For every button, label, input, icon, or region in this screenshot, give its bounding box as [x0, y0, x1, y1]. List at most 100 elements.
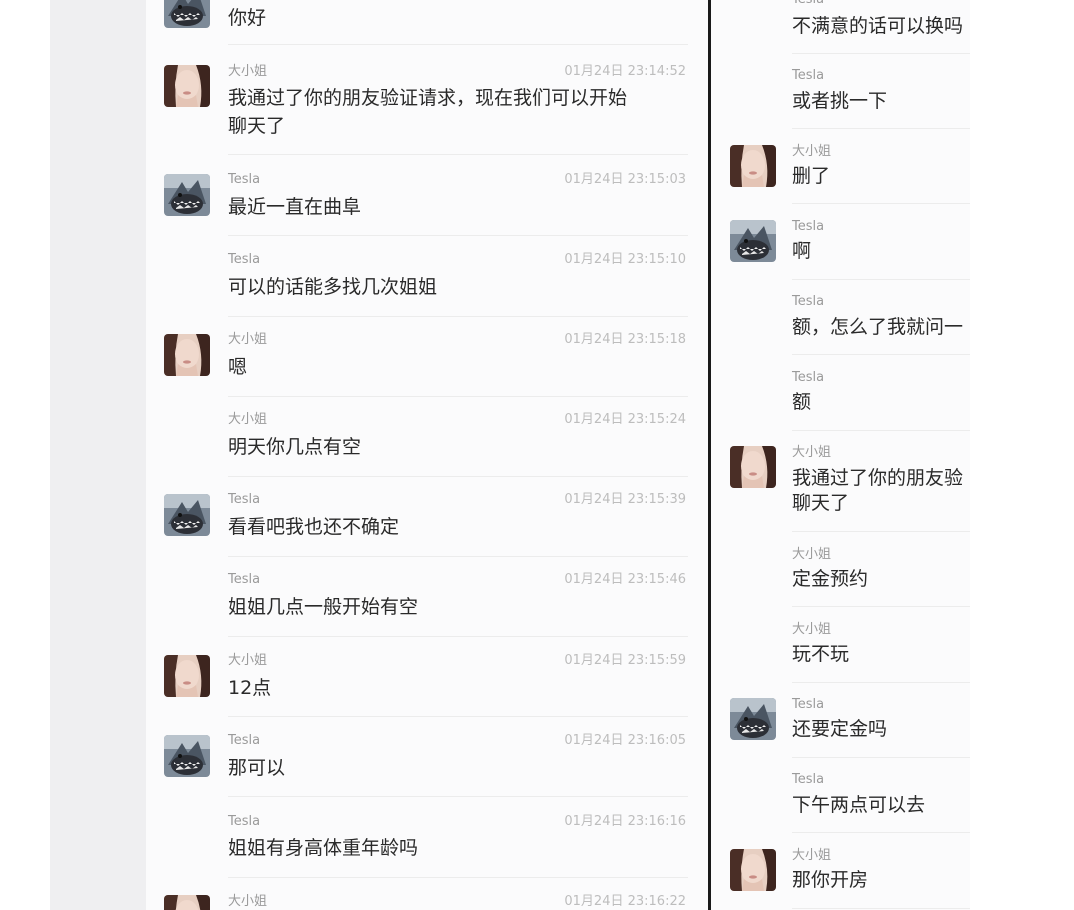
sender-name: Tesla — [792, 294, 825, 309]
sender-name: Tesla — [228, 733, 261, 748]
message-text: 姐姐有身高体重年龄吗 — [228, 837, 419, 859]
sender-name: Tesla — [228, 252, 261, 267]
message-time: 01月24日 23:15:10 — [564, 252, 686, 267]
sender-name: Tesla — [228, 572, 261, 587]
shark-avatar-icon[interactable] — [730, 698, 776, 740]
message-time: 01月24日 23:14:52 — [564, 64, 686, 79]
message-text: 看看吧我也还不确定 — [228, 516, 400, 538]
divider — [228, 235, 688, 236]
divider — [792, 279, 970, 280]
girl-avatar-icon[interactable] — [730, 446, 776, 488]
shark-avatar-icon[interactable] — [164, 494, 210, 536]
left-margin — [0, 0, 50, 910]
message-time: 01月24日 23:15:03 — [564, 172, 686, 187]
sender-name: 大小姐 — [228, 894, 268, 909]
girl-avatar-icon[interactable] — [164, 895, 210, 910]
sender-name: Tesla — [792, 219, 825, 234]
sender-name: 大小姐 — [792, 445, 832, 460]
message-text: 12点 — [228, 677, 272, 699]
divider — [792, 606, 970, 607]
sender-name: Tesla — [792, 370, 825, 385]
message-text: 那可以 — [228, 757, 286, 779]
message-text: 那你开房 — [792, 869, 869, 891]
message-text: 明天你几点有空 — [228, 436, 362, 458]
message-text: 啊 — [792, 240, 812, 262]
girl-avatar-icon[interactable] — [164, 65, 210, 107]
divider — [228, 796, 688, 797]
shark-avatar-icon[interactable] — [164, 735, 210, 777]
message-text: 可以的话能多找几次姐姐 — [228, 276, 438, 298]
divider — [792, 128, 970, 129]
divider — [792, 908, 970, 909]
message-text: 玩不玩 — [792, 643, 850, 665]
message-time: 01月24日 23:16:05 — [564, 733, 686, 748]
divider — [792, 203, 970, 204]
message-text: 嗯 — [228, 356, 248, 378]
message-text: 删了 — [792, 165, 831, 187]
divider — [228, 316, 688, 317]
sender-name: 大小姐 — [792, 144, 832, 159]
message-time: 01月24日 23:15:39 — [564, 492, 686, 507]
shark-avatar-icon[interactable] — [730, 220, 776, 262]
divider — [792, 531, 970, 532]
divider — [228, 396, 688, 397]
sender-name: 大小姐 — [228, 332, 268, 347]
message-text: 最近一直在曲阜 — [228, 196, 362, 218]
sender-name: 大小姐 — [792, 848, 832, 863]
divider — [228, 716, 688, 717]
message-time: 01月24日 23:16:16 — [564, 814, 686, 829]
divider — [228, 476, 688, 477]
shark-avatar-icon[interactable] — [164, 174, 210, 216]
sender-name: 大小姐 — [228, 412, 268, 427]
message-text: 或者挑一下 — [792, 90, 888, 112]
message-time: 01月24日 23:16:22 — [564, 894, 686, 909]
sender-name: 大小姐 — [228, 653, 268, 668]
girl-avatar-icon[interactable] — [164, 334, 210, 376]
divider — [792, 53, 970, 54]
divider — [792, 354, 970, 355]
right-margin — [970, 0, 1074, 910]
message-time: 01月24日 23:15:59 — [564, 653, 686, 668]
message-text: 我通过了你的朋友验证请求，现在我们可以开始 — [228, 87, 628, 109]
message-text-line2: 聊天了 — [228, 115, 286, 137]
girl-avatar-icon[interactable] — [164, 655, 210, 697]
message-text: 还要定金吗 — [792, 718, 888, 740]
divider — [228, 44, 688, 45]
sender-name: Tesla — [792, 0, 824, 8]
sender-name: Tesla — [228, 172, 261, 187]
divider — [228, 556, 688, 557]
message-text: 姐姐几点一般开始有空 — [228, 596, 419, 618]
sender-name: Tesla — [792, 697, 825, 712]
message-text-line2: 聊天了 — [792, 492, 850, 514]
divider — [792, 682, 970, 683]
message-time: 01月24日 23:15:24 — [564, 412, 686, 427]
message-text: 下午两点可以去 — [792, 794, 926, 816]
sender-name: Tesla — [228, 492, 261, 507]
divider — [228, 154, 688, 155]
message-text: 你好 — [228, 7, 267, 29]
sender-name: Tesla — [792, 68, 825, 83]
message-text: 定金预约 — [792, 568, 869, 590]
girl-avatar-icon[interactable] — [730, 145, 776, 187]
shark-avatar-icon[interactable] — [164, 0, 210, 28]
left-gutter — [50, 0, 146, 910]
divider — [792, 430, 970, 431]
divider — [792, 832, 970, 833]
sender-name: 大小姐 — [228, 64, 268, 79]
divider — [228, 877, 688, 878]
message-text: 我通过了你的朋友验 — [792, 467, 964, 489]
message-time: 01月24日 23:15:46 — [564, 572, 686, 587]
message-text: 不满意的话可以换吗 — [792, 15, 964, 37]
divider — [228, 636, 688, 637]
right-chat-panel[interactable]: Tesla 不满意的话可以换吗 Tesla 或者挑一下 大小姐 删了 Tesla… — [711, 0, 970, 910]
sender-name: Tesla — [228, 814, 261, 829]
sender-name: 大小姐 — [792, 622, 832, 637]
message-text: 额 — [792, 391, 812, 413]
message-time: 01月24日 23:15:18 — [564, 332, 686, 347]
sender-name: Tesla — [792, 772, 825, 787]
message-text: 额，怎么了我就问一 — [792, 316, 964, 338]
sender-name: 大小姐 — [792, 547, 832, 562]
divider — [792, 757, 970, 758]
girl-avatar-icon[interactable] — [730, 849, 776, 891]
left-chat-panel[interactable]: 你好 大小姐 01月24日 23:14:52 我通过了你的朋友验证请求，现在我们… — [146, 0, 708, 910]
